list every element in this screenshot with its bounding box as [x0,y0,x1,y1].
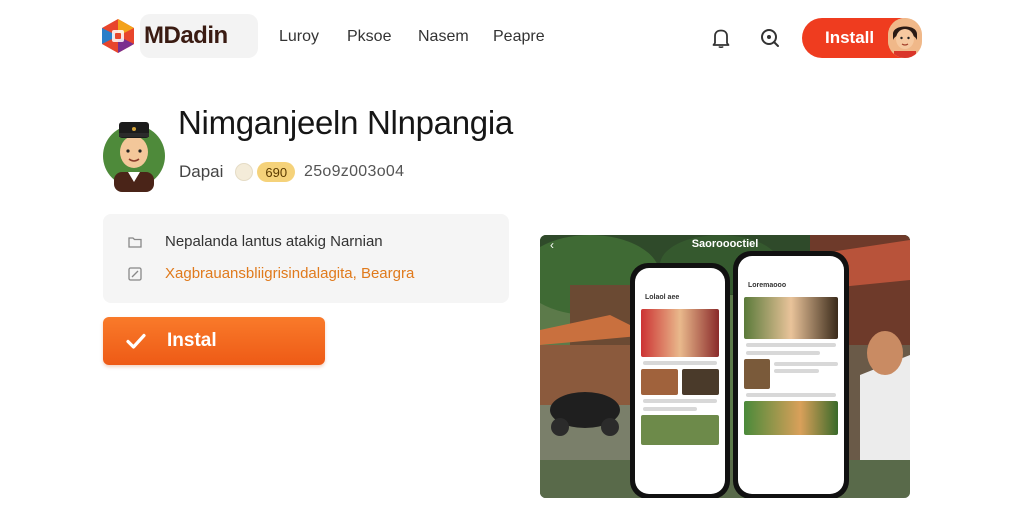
phone-right-line [746,343,836,347]
app-avatar [103,122,165,192]
phone-left-line [643,407,697,411]
phone-right-post-text [774,359,838,389]
phone-left-header: Lolaol aee [645,293,680,301]
bell-icon[interactable] [709,26,733,50]
phone-right-status [738,256,844,276]
phone-right-post-thumb [744,359,770,389]
phone-right-post-image [744,401,838,435]
top-header: MDadin Luroy Pksoe Nasem Peapre Install [0,0,1024,78]
brand-logo-icon [102,19,134,53]
phone-right-screen: Loremaooo [738,256,844,494]
release-date: 25o9z003o04 [304,163,405,180]
brand-name[interactable]: MDadin [140,14,258,58]
nav-item-3[interactable]: Nasem [418,28,469,46]
meta-label: Dapai [179,162,224,181]
install-button-label: Instal [167,330,217,351]
phone-left-post-image [641,415,719,445]
phone-right-line [774,362,838,366]
screenshot-preview[interactable]: ‹ Saoroooctiel Lolaol aee Loremaooo [540,235,910,498]
edit-icon [128,266,142,281]
phone-left-thumbs [641,369,719,395]
install-button[interactable]: Instal [103,317,325,365]
phone-left-line [643,361,717,365]
check-icon [126,333,146,349]
info-card: Nepalanda lantus atakig Narnian Xagbraua… [103,214,509,303]
user-avatar-icon [888,18,922,58]
info-line-2[interactable]: Xagbrauansbliigrisindalagita, Beargra [165,265,414,282]
phone-left-thumb [641,369,678,395]
info-line-1: Nepalanda lantus atakig Narnian [165,233,383,250]
brand-logo[interactable] [100,14,136,58]
search-icon[interactable] [758,26,782,50]
phone-left: Lolaol aee [630,263,730,498]
screenshot-title: Saoroooctiel [691,238,759,250]
phone-left-line [643,399,717,403]
phone-right-line [746,351,821,355]
nav-item-2[interactable]: Pksoe [347,28,391,46]
user-avatar[interactable] [888,18,922,58]
info-row-2: Xagbrauansbliigrisindalagita, Beargra [127,265,414,282]
phone-right-post [744,359,838,389]
info-row-1: Nepalanda lantus atakig Narnian [127,233,383,250]
phone-right-feature-image [744,297,838,339]
phone-left-status [635,268,725,288]
phone-right-header: Loremaooo [748,281,787,289]
phone-left-feature-image [641,309,719,357]
rating-badge: 690 [257,162,296,182]
phone-right: Loremaooo [733,251,849,498]
rating-dot-icon [235,163,254,181]
phone-right-line [746,393,836,397]
phone-right-line [774,369,819,373]
app-meta: Dapai 690 [179,160,296,184]
folder-icon [128,236,142,248]
nav-item-4[interactable]: Peapre [493,28,545,46]
nav-item-1[interactable]: Luroy [279,28,319,46]
phone-left-screen: Lolaol aee [635,268,725,494]
phone-left-thumb [682,369,719,395]
app-title: Nimganjeeln Nlnpangia [178,104,513,141]
